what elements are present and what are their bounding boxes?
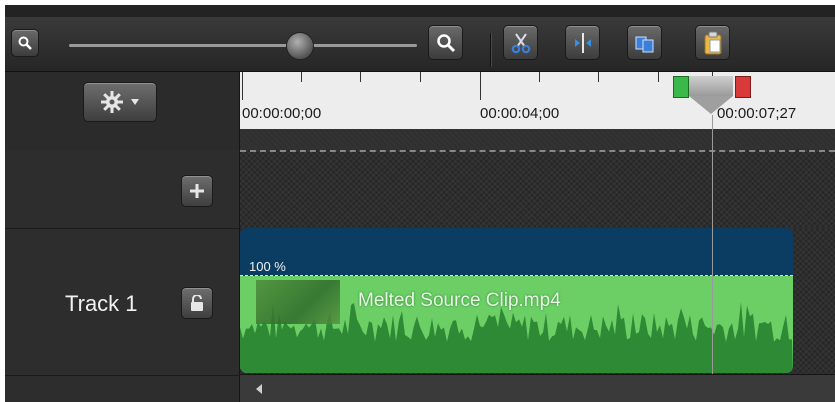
scissors-icon: [511, 32, 530, 53]
timeline-toolbar: [5, 17, 835, 72]
ruler-tick: [242, 72, 243, 100]
playhead-pointer: [689, 96, 733, 114]
horizontal-scrollbar[interactable]: [240, 374, 835, 402]
magnifier-minus-icon: [18, 36, 32, 50]
track-name[interactable]: Track 1: [65, 291, 138, 317]
time-ruler[interactable]: 00:00:00;00 00:00:04;00 00:00:07;27: [240, 72, 835, 150]
timecode-start: 00:00:00;00: [242, 105, 322, 122]
playhead-line: [712, 115, 713, 375]
clip-header: [240, 228, 793, 276]
add-track-row-header: [5, 150, 240, 228]
clip-speed-label: 100 %: [249, 259, 286, 274]
ruler-tick: [598, 72, 599, 82]
magnifier-plus-icon: [436, 33, 455, 52]
split-button[interactable]: [565, 25, 600, 60]
plus-icon: [190, 184, 204, 198]
add-track-button[interactable]: [181, 175, 213, 207]
copy-button[interactable]: [627, 25, 662, 60]
clip-thumbnail: [256, 280, 340, 324]
chevron-down-icon: [131, 99, 139, 105]
zoom-slider-track[interactable]: [69, 44, 417, 47]
copy-icon: [635, 36, 653, 52]
cut-button[interactable]: [503, 25, 538, 60]
track-header: Track 1: [5, 228, 240, 376]
scroll-left-arrow-icon[interactable]: [254, 383, 264, 395]
ruler-tick: [658, 72, 659, 82]
paste-button[interactable]: [695, 25, 730, 60]
zoom-out-button[interactable]: [11, 29, 39, 57]
timeline-options-button[interactable]: [83, 82, 157, 122]
clip-name: Melted Source Clip.mp4: [358, 290, 561, 311]
volume-line[interactable]: [240, 275, 793, 276]
lock-icon: [191, 295, 203, 311]
media-clip[interactable]: 100 % Melted Source Clip.mp4: [240, 228, 793, 373]
toolbar-separator: [490, 33, 492, 67]
empty-track-area[interactable]: [240, 150, 835, 230]
split-icon: [574, 32, 591, 53]
selection-start-handle[interactable]: [673, 76, 689, 98]
timeline-options-area: [5, 72, 240, 150]
ruler-tick: [360, 72, 361, 82]
track-lock-button[interactable]: [181, 287, 213, 319]
gear-icon: [101, 91, 123, 113]
timeline-panel: 00:00:00;00 00:00:04;00 00:00:07;27 Trac…: [5, 5, 835, 402]
track-footer-spacer: [5, 375, 240, 402]
ruler-tick: [420, 72, 421, 82]
zoom-in-button[interactable]: [428, 25, 463, 60]
timecode-mid: 00:00:04;00: [480, 105, 560, 122]
playhead-handle[interactable]: [689, 76, 733, 96]
ruler-tick: [480, 72, 481, 100]
selection-end-handle[interactable]: [735, 76, 751, 98]
clipboard-icon: [704, 31, 721, 54]
ruler-tick: [301, 72, 302, 82]
zoom-slider-thumb[interactable]: [285, 32, 314, 60]
ruler-tick: [539, 72, 540, 82]
